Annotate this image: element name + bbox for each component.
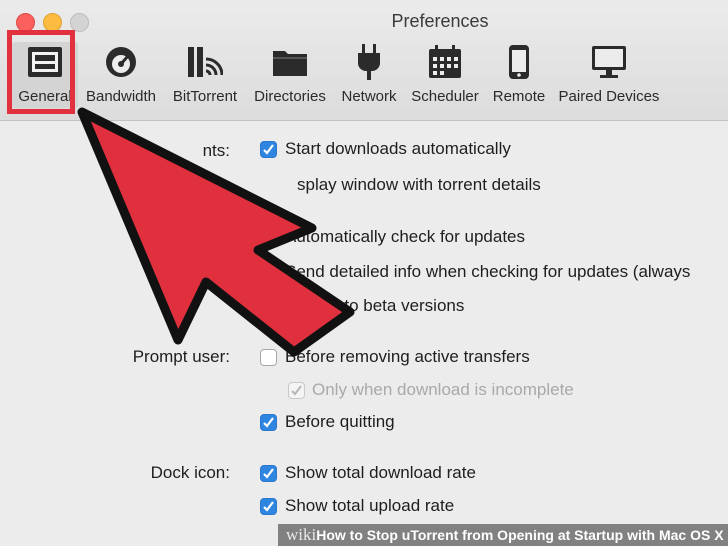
wikihow-how-text: How	[316, 527, 346, 543]
pointer-arrow-icon	[77, 107, 355, 357]
wikihow-caption: wikiHow to Stop uTorrent from Opening at…	[278, 524, 728, 546]
wikihow-caption-text: to Stop uTorrent from Opening at Startup…	[345, 527, 724, 543]
wikihow-logo-text: wiki	[286, 525, 317, 544]
